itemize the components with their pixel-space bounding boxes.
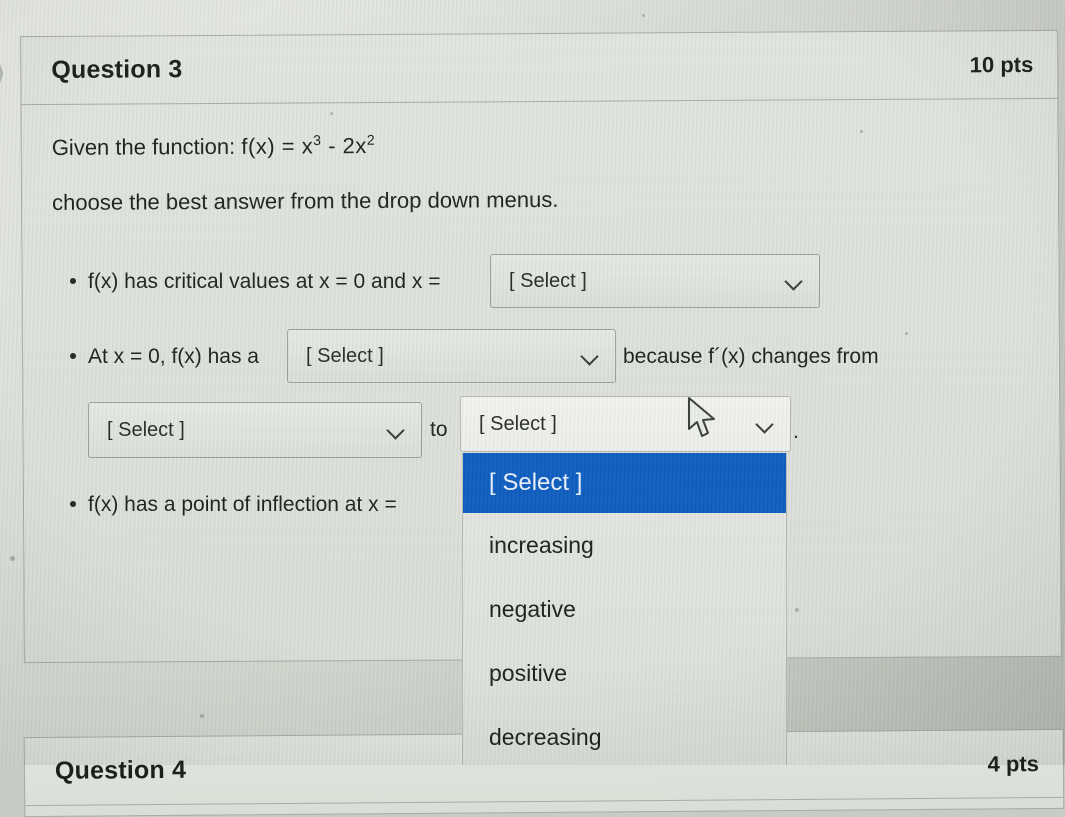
chevron-down-icon	[581, 350, 601, 362]
function-base: f(x) = x	[241, 133, 314, 159]
question-points: 10 pts	[969, 51, 1034, 77]
dropdown-option-select[interactable]: [ Select ]	[463, 453, 786, 513]
function-exponent-2: 2	[366, 131, 376, 148]
photo-speck	[905, 332, 908, 335]
connector-to-label: to	[430, 418, 448, 441]
dropdown-option-decreasing[interactable]: decreasing	[463, 705, 786, 765]
question-prompt-instruction: choose the best answer from the drop dow…	[52, 186, 559, 215]
dropdown-option-positive[interactable]: positive	[463, 641, 786, 705]
chevron-down-icon	[785, 275, 805, 287]
dropdown-options-list[interactable]: [ Select ] increasing negative positive …	[462, 453, 787, 765]
bullet-4-text: f(x) has a point of inflection at x =	[88, 493, 397, 516]
sentence-period: .	[793, 420, 799, 443]
question-body: Given the function: f(x) = x3 - 2x2 choo…	[22, 99, 1059, 216]
photo-speck	[330, 112, 333, 115]
function-expression: f(x) = x3 - 2x2	[241, 131, 376, 159]
photo-speck	[860, 130, 863, 133]
photo-speck	[795, 608, 799, 612]
bullet-dot-icon	[70, 277, 76, 284]
select-changes-to[interactable]: [ Select ]	[460, 396, 791, 452]
select-critical-value[interactable]: [ Select ]	[490, 254, 820, 308]
bullet-critical-values: f(x) has critical values at x = 0 and x …	[70, 270, 441, 294]
dropdown-option-increasing[interactable]: increasing	[463, 513, 786, 577]
function-exponent-1: 3	[313, 132, 322, 149]
question-title: Question 3	[51, 55, 183, 84]
next-question-points: 4 pts	[987, 750, 1040, 777]
select-changes-from-label: [ Select ]	[107, 418, 185, 441]
select-extremum-type-label: [ Select ]	[306, 344, 384, 367]
function-middle: - 2x	[321, 133, 367, 159]
bullet-2-text: At x = 0, f(x) has a	[88, 345, 259, 368]
bullet-inflection: f(x) has a point of inflection at x =	[70, 493, 397, 517]
select-extremum-type[interactable]: [ Select ]	[287, 329, 616, 383]
photo-speck	[10, 556, 15, 561]
prompt-lead-text: Given the function:	[51, 133, 236, 160]
dropdown-option-negative[interactable]: negative	[463, 577, 786, 641]
select-changes-to-label: [ Select ]	[479, 412, 557, 435]
chevron-down-icon	[387, 424, 407, 436]
page-edge-chevron-icon: ⟩	[0, 56, 6, 91]
bullet-dot-icon	[70, 352, 76, 359]
bullet-extremum: At x = 0, f(x) has a	[70, 345, 259, 369]
chevron-down-icon	[756, 418, 776, 430]
select-critical-value-label: [ Select ]	[509, 269, 587, 292]
question-prompt-function: Given the function: f(x) = x3 - 2x2	[52, 125, 1028, 164]
bullet-dot-icon	[70, 500, 76, 507]
photo-speck	[642, 14, 645, 17]
bullet-extremum-tail: because f´(x) changes from	[623, 345, 879, 368]
select-changes-from[interactable]: [ Select ]	[88, 402, 422, 458]
photo-speck	[200, 714, 204, 718]
question-header: Question 3 10 pts	[21, 30, 1058, 106]
bullet-1-text: f(x) has critical values at x = 0 and x …	[88, 270, 441, 293]
next-question-title: Question 4	[54, 755, 187, 785]
